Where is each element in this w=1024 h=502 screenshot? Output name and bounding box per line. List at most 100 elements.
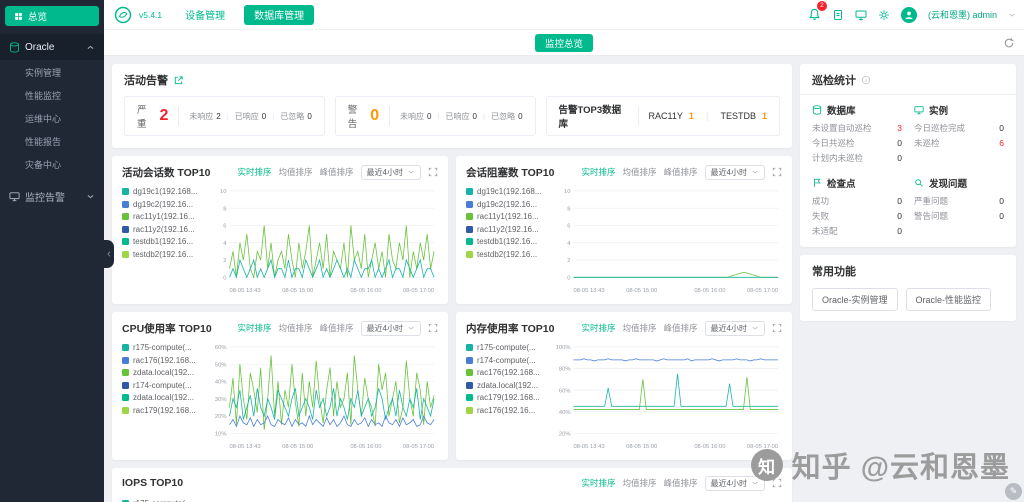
sidebar-subitem[interactable]: 性能报告 — [0, 131, 104, 154]
legend-item[interactable]: dg19c2(192.16... — [466, 200, 554, 209]
legend-item[interactable]: rac179(192.168... — [122, 406, 210, 415]
panel-title: 常用功能 — [812, 266, 856, 278]
legend-item[interactable]: rac179(192.168... — [466, 393, 554, 402]
legend-swatch — [466, 225, 473, 233]
sort-realtime[interactable]: 实时排序 — [238, 166, 272, 178]
expand-icon[interactable] — [428, 323, 438, 333]
monitor-icon — [914, 105, 924, 115]
settings-gear-icon[interactable] — [878, 9, 890, 21]
svg-text:4: 4 — [223, 241, 227, 247]
sort-average[interactable]: 均值排序 — [623, 166, 657, 178]
expand-icon[interactable] — [772, 167, 782, 177]
sort-realtime[interactable]: 实时排序 — [582, 166, 616, 178]
legend-item[interactable]: testdb2(192.16... — [122, 250, 210, 259]
legend-item[interactable]: rac11y2(192.16... — [122, 225, 210, 234]
legend-item[interactable]: r174-compute(... — [466, 356, 554, 365]
quick-function-button[interactable]: Oracle-实例管理 — [812, 288, 898, 311]
sort-average[interactable]: 均值排序 — [279, 166, 313, 178]
sort-average[interactable]: 均值排序 — [279, 322, 313, 334]
avatar[interactable] — [900, 6, 917, 23]
nav-device-management[interactable]: 设备管理 — [185, 7, 225, 22]
legend-swatch — [122, 406, 129, 414]
legend-item[interactable]: dg19c2(192.16... — [122, 200, 210, 209]
legend-item[interactable]: rac176(192.168... — [122, 356, 210, 365]
alert-substat: 已忽略0 — [477, 111, 522, 122]
legend-item[interactable]: zdata.local(192... — [122, 368, 210, 377]
top3-database-item[interactable]: RAC11Y 1 — [649, 111, 694, 121]
legend-item[interactable]: rac11y2(192.16... — [466, 225, 554, 234]
sort-average[interactable]: 均值排序 — [623, 477, 657, 489]
line-chart: 100% 80% 60% 40% 20% 08-05 13:43 08-05 15:00 08… — [556, 345, 779, 450]
chevron-up-icon — [86, 43, 95, 52]
alert-substat: 已忽略0 — [266, 111, 311, 122]
sidebar-subitem[interactable]: 实例管理 — [0, 62, 104, 85]
legend-item[interactable]: zdata.local(192... — [466, 381, 554, 390]
legend-item[interactable]: rac11y1(192.16... — [466, 212, 554, 221]
feedback-button[interactable]: ✎ — [1005, 483, 1022, 500]
report-icon[interactable] — [832, 9, 844, 21]
nav-database-management[interactable]: 数据库管理 — [244, 4, 315, 25]
user-menu[interactable]: (云和恩墨) admin — [928, 8, 997, 21]
time-range-select[interactable]: 最近4小时 — [704, 475, 765, 491]
svg-text:08-05 17:00: 08-05 17:00 — [403, 288, 435, 294]
legend-item[interactable]: rac176(192.168... — [466, 368, 554, 377]
section-title: 发现问题 — [929, 179, 968, 190]
sidebar-subitem[interactable]: 性能监控 — [0, 85, 104, 108]
chevron-down-icon[interactable] — [1008, 11, 1016, 19]
legend-item[interactable]: testdb2(192.16... — [466, 250, 554, 259]
legend-swatch — [122, 225, 129, 233]
sort-peak[interactable]: 峰值排序 — [664, 322, 698, 334]
legend-label: dg19c2(192.16... — [477, 199, 538, 209]
flag-icon — [812, 178, 822, 188]
sort-peak[interactable]: 峰值排序 — [320, 322, 354, 334]
legend-item[interactable]: r175-compute(... — [466, 343, 554, 352]
screen-icon[interactable] — [855, 9, 867, 21]
legend-label: dg19c1(192.168... — [133, 187, 198, 196]
chevron-down-icon — [407, 168, 415, 176]
sidebar-item-overview[interactable]: 总览 — [5, 6, 99, 26]
sort-realtime[interactable]: 实时排序 — [238, 322, 272, 334]
chevron-left-icon — [105, 250, 113, 258]
tab-monitor-overview[interactable]: 监控总览 — [534, 33, 593, 52]
expand-icon[interactable] — [772, 478, 782, 488]
sort-realtime[interactable]: 实时排序 — [582, 322, 616, 334]
critical-alerts-box: 严重 2 未响应2已响应0已忽略0 — [124, 96, 325, 136]
sidebar-subitem[interactable]: 运维中心 — [0, 108, 104, 131]
refresh-icon[interactable] — [1003, 37, 1015, 49]
sort-peak[interactable]: 峰值排序 — [320, 166, 354, 178]
time-range-select[interactable]: 最近4小时 — [704, 164, 765, 180]
expand-icon[interactable] — [428, 167, 438, 177]
legend-item[interactable]: r174-compute(... — [122, 381, 210, 390]
legend-item[interactable]: zdata.local(192... — [122, 393, 210, 402]
legend-item[interactable]: testdb1(192.16... — [466, 237, 554, 246]
legend-item[interactable]: rac176(192.16... — [466, 406, 554, 415]
legend-swatch — [466, 213, 473, 220]
time-range-select[interactable]: 最近4小时 — [704, 320, 765, 336]
sidebar-group-oracle[interactable]: Oracle — [0, 34, 104, 60]
legend-item[interactable]: testdb1(192.16... — [122, 237, 210, 246]
sort-peak[interactable]: 峰值排序 — [664, 477, 698, 489]
alert-substat: 未响应 0 — [400, 111, 432, 121]
sidebar-collapse-handle[interactable] — [104, 240, 114, 268]
legend-item[interactable]: r175-compute(... — [122, 343, 210, 352]
sort-peak[interactable]: 峰值排序 — [664, 166, 698, 178]
legend-item[interactable]: dg19c1(192.168... — [122, 187, 210, 196]
legend-item[interactable]: rac11y1(192.16... — [122, 212, 210, 221]
quick-function-button[interactable]: Oracle-性能监控 — [905, 288, 992, 311]
info-icon[interactable] — [861, 75, 871, 85]
time-range-select[interactable]: 最近4小时 — [360, 164, 421, 180]
chart-title: IOPS TOP10 — [122, 477, 184, 489]
top3-database-item[interactable]: TESTDB1 — [694, 111, 767, 122]
time-range-select[interactable]: 最近4小时 — [360, 320, 421, 336]
external-link-icon[interactable] — [173, 75, 184, 86]
alert-substat: 已响应0 — [431, 111, 477, 122]
stat-row: 今日共巡检 0 — [812, 138, 902, 148]
legend-item[interactable]: dg19c1(192.168... — [466, 187, 554, 196]
sidebar-item-alerts[interactable]: 监控告警 — [0, 183, 104, 209]
sidebar-subitem[interactable]: 灾备中心 — [0, 154, 104, 177]
notifications-button[interactable]: 2 — [808, 0, 827, 24]
svg-text:8: 8 — [567, 206, 570, 212]
sort-average[interactable]: 均值排序 — [623, 322, 657, 334]
expand-icon[interactable] — [772, 323, 782, 333]
sort-realtime[interactable]: 实时排序 — [582, 477, 616, 489]
